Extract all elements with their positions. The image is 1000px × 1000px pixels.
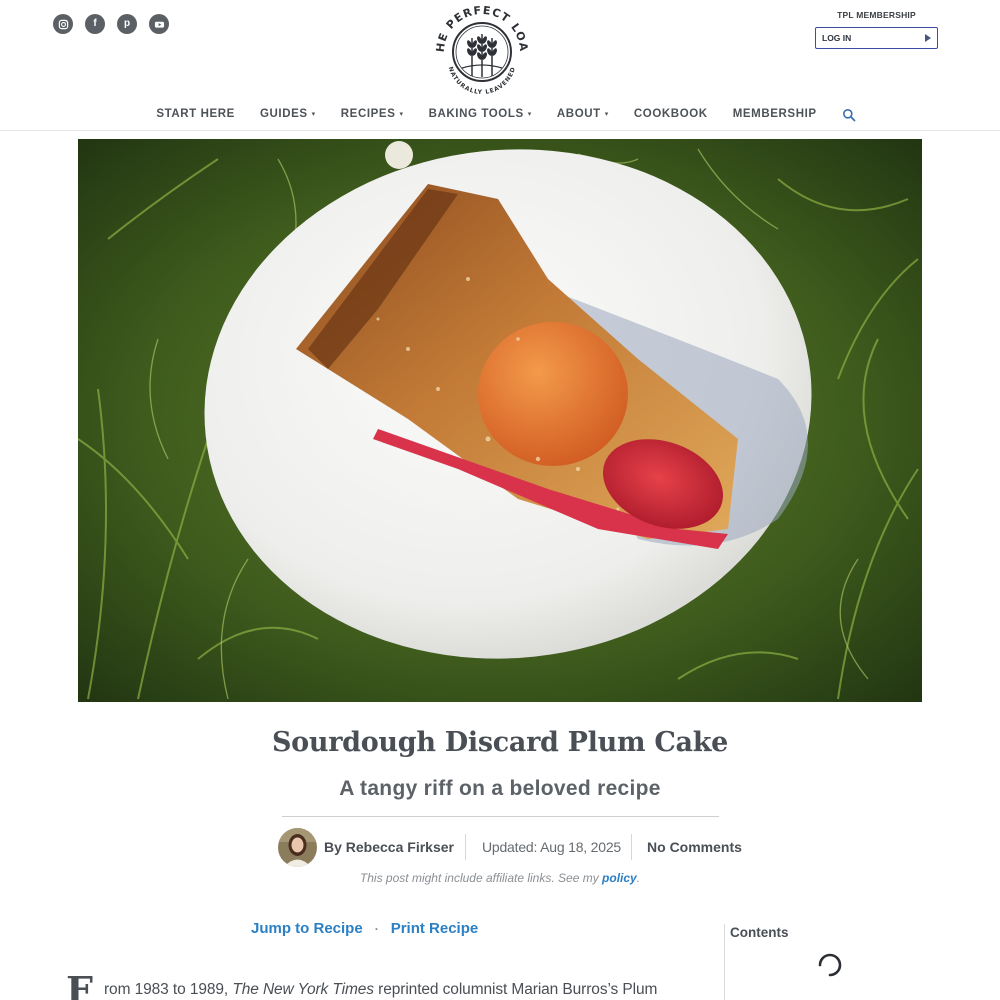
title-divider [282, 816, 719, 817]
chevron-down-icon: ▾ [604, 111, 609, 118]
comments-link[interactable]: No Comments [647, 839, 742, 855]
play-arrow-icon [925, 34, 931, 42]
print-recipe-link[interactable]: Print Recipe [391, 920, 479, 937]
instagram-icon[interactable] [53, 14, 73, 34]
membership-title: TPL MEMBERSHIP [837, 10, 916, 20]
policy-link[interactable]: policy [602, 871, 637, 885]
main-nav: START HERE GUIDES ▾ RECIPES ▾ BAKING TOOLS… [0, 107, 1000, 122]
youtube-icon[interactable] [149, 14, 169, 34]
social-links: f p [53, 14, 169, 34]
author-avatar[interactable] [278, 827, 317, 867]
post-subtitle: A tangy riff on a beloved recipe [339, 777, 661, 800]
facebook-icon[interactable]: f [85, 14, 105, 34]
chevron-down-icon: ▾ [311, 111, 316, 118]
recipe-actions: Jump to Recipe · Print Recipe [251, 920, 478, 937]
nav-item-about[interactable]: ABOUT ▾ [557, 108, 609, 120]
login-button[interactable]: LOG IN [815, 27, 938, 49]
post-meta: By Rebecca Firkser Updated: Aug 18, 2025… [278, 827, 742, 867]
meta-separator [464, 834, 466, 860]
meta-separator [631, 834, 633, 860]
nav-item-start-here[interactable]: START HERE [156, 108, 235, 120]
membership-panel: TPL MEMBERSHIP LOG IN [815, 10, 938, 49]
chevron-down-icon: ▾ [527, 111, 532, 118]
plum-cake-photo [78, 139, 922, 702]
pinterest-icon[interactable]: p [117, 14, 137, 34]
site-logo[interactable]: THE PERFECT LOAF NATURALLY LEAVENED [432, 2, 532, 98]
author-byline[interactable]: By Rebecca Firkser [324, 839, 454, 855]
table-of-contents: Contents [724, 924, 1000, 1000]
drop-cap: F [66, 975, 93, 1000]
svg-text:F: F [66, 975, 93, 1000]
nav-item-recipes[interactable]: RECIPES ▾ [341, 108, 404, 120]
nav-item-guides[interactable]: GUIDES ▾ [260, 108, 316, 120]
nav-item-cookbook[interactable]: COOKBOOK [634, 108, 708, 120]
chevron-down-icon: ▾ [399, 111, 404, 118]
login-label: LOG IN [822, 33, 852, 43]
search-icon[interactable] [842, 108, 856, 122]
nav-item-membership[interactable]: MEMBERSHIP [733, 108, 817, 120]
post-title: Sourdough Discard Plum Cake [271, 727, 729, 758]
updated-date: Updated: Aug 18, 2025 [481, 839, 622, 855]
loading-spinner-icon [818, 953, 842, 977]
affiliate-notice: This post might include affiliate links.… [359, 871, 641, 885]
site-header: f p THE PERFECT LOAF NATURALLY LEAVENED [0, 0, 1000, 131]
hero-image [78, 139, 922, 702]
contents-title: Contents [730, 925, 789, 940]
nav-item-baking-tools[interactable]: BAKING TOOLS ▾ [429, 108, 532, 120]
jump-to-recipe-link[interactable]: Jump to Recipe [251, 920, 363, 937]
intro-paragraph: rom 1983 to 1989, The New York Times rep… [104, 981, 658, 998]
action-separator: · [374, 921, 379, 936]
